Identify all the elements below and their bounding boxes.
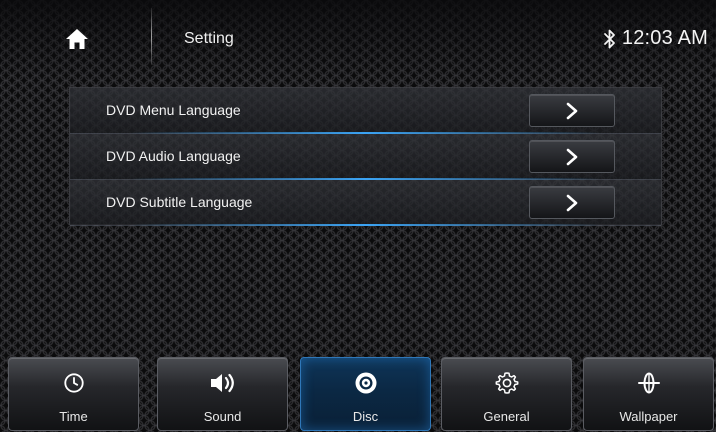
list-item-label: DVD Menu Language xyxy=(106,102,241,118)
tab-label: Wallpaper xyxy=(619,409,678,424)
page-title: Setting xyxy=(184,30,234,47)
status-area: 12:03 AM xyxy=(602,27,708,50)
dvd-menu-language-arrow-button[interactable] xyxy=(529,94,615,127)
wallpaper-icon xyxy=(584,370,713,396)
list-item-dvd-menu-language[interactable]: DVD Menu Language xyxy=(70,88,661,134)
chevron-right-icon xyxy=(565,148,579,166)
list-item-dvd-subtitle-language[interactable]: DVD Subtitle Language xyxy=(70,180,661,226)
tab-sound[interactable]: Sound xyxy=(157,357,288,431)
chevron-right-icon xyxy=(565,194,579,212)
row-divider-glow xyxy=(130,224,601,226)
home-icon xyxy=(64,27,90,51)
chevron-right-icon xyxy=(565,102,579,120)
home-button[interactable] xyxy=(58,22,96,56)
clock-time: 12:03 AM xyxy=(621,27,708,49)
speaker-icon xyxy=(158,370,287,396)
header-bar: Setting 12:03 AM xyxy=(0,0,716,68)
disc-icon xyxy=(301,370,430,396)
gear-icon xyxy=(442,370,571,396)
tab-label: Sound xyxy=(203,409,242,424)
clock-icon xyxy=(9,370,138,396)
tab-general[interactable]: General xyxy=(441,357,572,431)
header-divider xyxy=(151,8,152,65)
tab-label: General xyxy=(483,409,530,424)
tab-time[interactable]: Time xyxy=(8,357,139,431)
list-item-label: DVD Audio Language xyxy=(106,148,241,164)
list-item-dvd-audio-language[interactable]: DVD Audio Language xyxy=(70,134,661,180)
dvd-subtitle-language-arrow-button[interactable] xyxy=(529,186,615,219)
dvd-audio-language-arrow-button[interactable] xyxy=(529,140,615,173)
tab-label: Time xyxy=(59,409,88,424)
bluetooth-icon xyxy=(602,28,618,50)
tab-label: Disc xyxy=(352,409,379,424)
bottom-tab-bar: Time Sound Disc General Wallpaper xyxy=(0,355,716,432)
list-item-label: DVD Subtitle Language xyxy=(106,194,253,210)
tab-wallpaper[interactable]: Wallpaper xyxy=(583,357,714,431)
tab-disc[interactable]: Disc xyxy=(300,357,431,431)
settings-list: DVD Menu Language DVD Audio Language DVD… xyxy=(69,87,662,226)
